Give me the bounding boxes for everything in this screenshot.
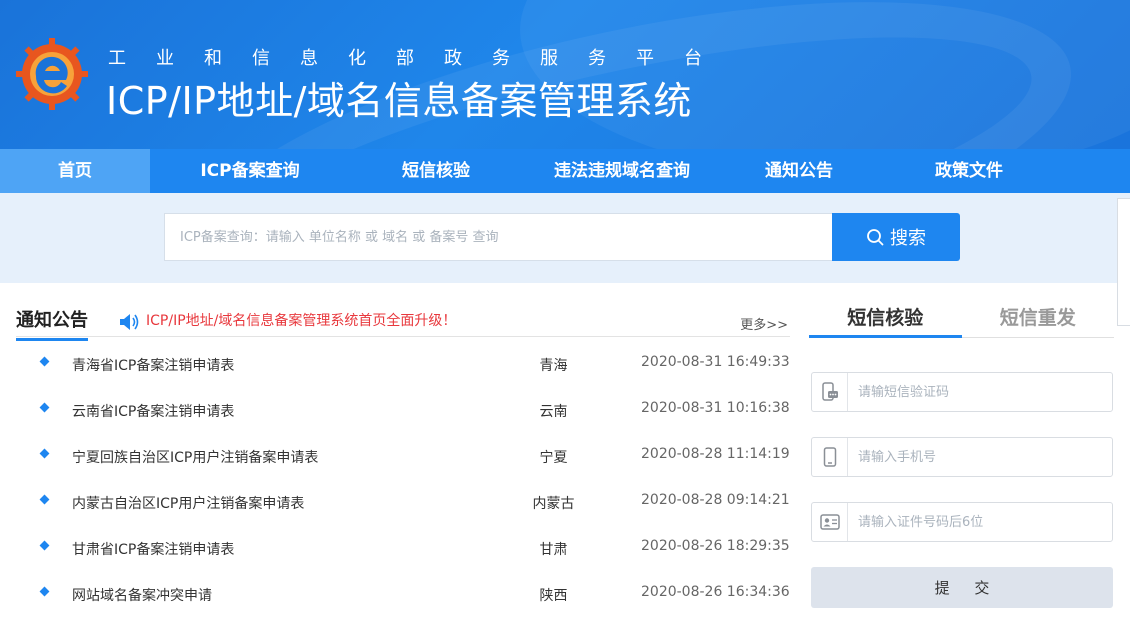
notice-item-title[interactable]: 云南省ICP备案注销申请表 [72, 401, 234, 421]
announcement-marquee[interactable]: ICP/IP地址/域名信息备案管理系统首页全面升级！ [146, 310, 456, 330]
notice-item-time: 2020-08-31 10:16:38 [641, 400, 790, 416]
id-card-icon [812, 503, 848, 541]
header-subtitle: 工业和信息化部政务服务平台 [108, 48, 732, 69]
search-icon [867, 229, 884, 246]
side-panel-edge[interactable] [1117, 198, 1130, 326]
id-number-input[interactable] [858, 503, 1108, 541]
bullet-icon [39, 586, 50, 597]
bullet-icon [39, 540, 50, 551]
sms-tabs: 短信核验 短信重发 [809, 300, 1114, 338]
notice-item-title[interactable]: 网站域名备案冲突申请 [72, 585, 212, 605]
nav-item-icp-query[interactable]: ICP备案查询 [150, 149, 350, 193]
nav-item-policy[interactable]: 政策文件 [876, 149, 1062, 193]
search-button-label: 搜索 [890, 228, 926, 249]
phone-field [811, 437, 1113, 477]
search-band: 搜索 [0, 193, 1130, 283]
notice-item-title[interactable]: 甘肃省ICP备案注销申请表 [72, 539, 234, 559]
list-item[interactable]: 青海省ICP备案注销申请表 青海 2020-08-31 16:49:33 [16, 340, 790, 386]
notice-item-time: 2020-08-31 16:49:33 [641, 354, 790, 370]
notice-list: 青海省ICP备案注销申请表 青海 2020-08-31 16:49:33 云南省… [16, 340, 790, 616]
phone-input[interactable] [858, 438, 1108, 476]
list-item[interactable]: 甘肃省ICP备案注销申请表 甘肃 2020-08-26 18:29:35 [16, 524, 790, 570]
notice-header: 通知公告 ICP/IP地址/域名信息备案管理系统首页全面升级！ 更多>> [16, 300, 790, 341]
miit-logo-icon [16, 38, 88, 110]
list-item[interactable]: 云南省ICP备案注销申请表 云南 2020-08-31 10:16:38 [16, 386, 790, 432]
notice-item-region: 青海 [539, 358, 568, 374]
bullet-icon [39, 448, 50, 459]
notice-item-title[interactable]: 内蒙古自治区ICP用户注销备案申请表 [72, 493, 304, 513]
search-input[interactable] [164, 213, 832, 261]
notice-item-time: 2020-08-26 16:34:36 [641, 584, 790, 600]
notice-item-title[interactable]: 宁夏回族自治区ICP用户注销备案申请表 [72, 447, 318, 467]
search-button[interactable]: 搜索 [832, 213, 960, 261]
nav-item-notices[interactable]: 通知公告 [722, 149, 876, 193]
sms-code-input[interactable] [858, 373, 1108, 411]
notice-item-region: 陕西 [539, 588, 568, 604]
page-title: ICP/IP地址/域名信息备案管理系统 [106, 79, 692, 123]
speaker-icon [120, 314, 139, 330]
notice-item-time: 2020-08-28 11:14:19 [641, 446, 790, 462]
site-header: 工业和信息化部政务服务平台 ICP/IP地址/域名信息备案管理系统 [0, 0, 1130, 149]
list-item[interactable]: 内蒙古自治区ICP用户注销备案申请表 内蒙古 2020-08-28 09:14:… [16, 478, 790, 524]
tab-sms-resend[interactable]: 短信重发 [962, 300, 1115, 338]
notice-title[interactable]: 通知公告 [16, 306, 88, 341]
id-number-field [811, 502, 1113, 542]
main-nav: 首页 ICP备案查询 短信核验 违法违规域名查询 通知公告 政策文件 [0, 149, 1130, 193]
phone-icon [812, 438, 848, 476]
notice-item-region: 云南 [539, 404, 568, 420]
submit-button[interactable]: 提 交 [811, 567, 1113, 608]
list-item[interactable]: 网站域名备案冲突申请 陕西 2020-08-26 16:34:36 [16, 570, 790, 616]
bullet-icon [39, 402, 50, 413]
notice-item-title[interactable]: 青海省ICP备案注销申请表 [72, 355, 234, 375]
list-item[interactable]: 宁夏回族自治区ICP用户注销备案申请表 宁夏 2020-08-28 11:14:… [16, 432, 790, 478]
notice-item-time: 2020-08-26 18:29:35 [641, 538, 790, 554]
notice-item-time: 2020-08-28 09:14:21 [641, 492, 790, 508]
sms-code-icon [812, 373, 848, 411]
more-link[interactable]: 更多>> [740, 314, 788, 333]
nav-item-illegal-domain[interactable]: 违法违规域名查询 [522, 149, 722, 193]
notice-item-region: 宁夏 [539, 450, 568, 466]
notice-item-region: 内蒙古 [532, 496, 575, 512]
nav-item-home[interactable]: 首页 [0, 149, 150, 193]
sms-code-field [811, 372, 1113, 412]
nav-item-sms-verify[interactable]: 短信核验 [350, 149, 522, 193]
bullet-icon [39, 494, 50, 505]
notice-item-region: 甘肃 [539, 542, 568, 558]
bullet-icon [39, 356, 50, 367]
tab-sms-verify[interactable]: 短信核验 [809, 300, 962, 338]
